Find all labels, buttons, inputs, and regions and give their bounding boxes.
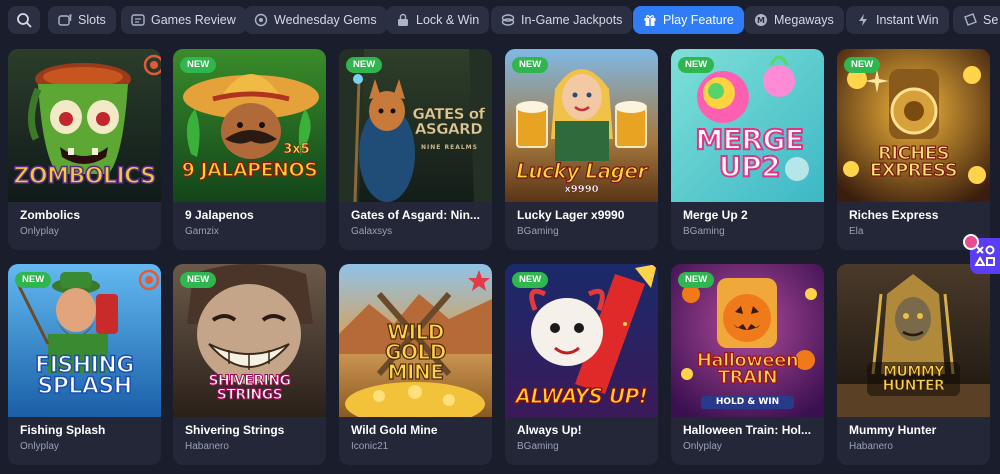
filter-chip-slots[interactable]: Slots bbox=[48, 6, 116, 34]
game-provider: BGaming bbox=[683, 226, 725, 237]
filter-chip-label: Wednesday Gems bbox=[274, 13, 377, 27]
game-art-title: GATES of ASGARD bbox=[412, 105, 485, 138]
game-art-title: WILD GOLD MINE bbox=[385, 320, 447, 384]
megaways-icon: M bbox=[754, 13, 768, 27]
game-art-subtitle: x9990 bbox=[564, 184, 599, 195]
new-badge: NEW bbox=[512, 272, 549, 288]
game-art-subtitle: NINE REALMS bbox=[421, 144, 478, 151]
game-card-gates-of-asgard[interactable]: GATES of ASGARD NINE REALMS NEW Gates of… bbox=[339, 49, 492, 250]
game-provider: BGaming bbox=[517, 441, 559, 452]
game-card-fishing-splash[interactable]: FISHING SPLASH NEW Fishing Splash Onlypl… bbox=[8, 264, 161, 465]
category-filter-bar: Slots Games Review Wednesday Gems Lock &… bbox=[0, 0, 1000, 40]
game-title: Zombolics bbox=[20, 208, 81, 222]
filter-chip-label: Megaways bbox=[774, 13, 834, 27]
game-card-lucky-lager[interactable]: Lucky Lager x9990 NEW Lucky Lager x9990 … bbox=[505, 49, 658, 250]
game-provider: Onlyplay bbox=[20, 226, 59, 237]
filter-chip-games-review[interactable]: Games Review bbox=[121, 6, 246, 34]
game-provider: Iconic21 bbox=[351, 441, 389, 452]
filter-chip-megaways[interactable]: M Megaways bbox=[744, 6, 844, 34]
game-card-shivering-strings[interactable]: SHIVERING STRINGS NEW Shivering Strings … bbox=[173, 264, 326, 465]
new-badge: NEW bbox=[844, 57, 881, 73]
game-provider: Galaxsys bbox=[351, 226, 393, 237]
slot-machine-icon bbox=[58, 13, 72, 27]
game-art-title: RICHES EXPRESS bbox=[869, 143, 958, 182]
game-title: Wild Gold Mine bbox=[351, 423, 438, 437]
game-art-subtitle: HOLD & WIN bbox=[701, 396, 794, 409]
new-badge: NEW bbox=[678, 57, 715, 73]
filter-chip-label: Play Feature bbox=[663, 13, 734, 27]
filter-chip-label: Se bbox=[983, 13, 999, 27]
game-card-halloween-train[interactable]: Halloween TRAIN HOLD & WIN NEW Halloween… bbox=[671, 264, 824, 465]
game-provider: Habanero bbox=[849, 441, 893, 452]
gem-icon bbox=[254, 13, 268, 27]
game-card-mummy-hunter[interactable]: MUMMY HUNTER Mummy Hunter Habanero bbox=[837, 264, 990, 465]
svg-text:M: M bbox=[757, 16, 765, 25]
lightning-icon bbox=[856, 13, 870, 27]
new-badge: NEW bbox=[180, 272, 217, 288]
game-title: 9 Jalapenos bbox=[185, 208, 254, 222]
game-card-always-up[interactable]: ALWAYS UP! NEW Always Up! BGaming bbox=[505, 264, 658, 465]
game-art-title: ZOMBOLICS bbox=[13, 164, 157, 189]
review-icon bbox=[131, 13, 145, 27]
ticket-icon bbox=[963, 13, 977, 27]
game-card-riches-express[interactable]: RICHES EXPRESS NEW Riches Express Ela bbox=[837, 49, 990, 250]
game-title: Gates of Asgard: Nin... bbox=[351, 208, 480, 222]
filter-chip-label: Games Review bbox=[151, 13, 236, 27]
game-provider: Onlyplay bbox=[683, 441, 722, 452]
new-badge: NEW bbox=[346, 57, 383, 73]
game-title: Riches Express bbox=[849, 208, 939, 222]
game-provider: BGaming bbox=[517, 226, 559, 237]
search-icon bbox=[17, 13, 32, 28]
filter-chip-lock-win[interactable]: Lock & Win bbox=[386, 6, 490, 34]
game-title: Fishing Splash bbox=[20, 423, 106, 437]
game-provider: Habanero bbox=[185, 441, 229, 452]
game-title: Always Up! bbox=[517, 423, 582, 437]
filter-chip-wednesday-gems[interactable]: Wednesday Gems bbox=[244, 6, 387, 34]
game-provider: Ela bbox=[849, 226, 864, 237]
game-provider: Gamzix bbox=[185, 226, 219, 237]
filter-chip-label: Lock & Win bbox=[416, 13, 480, 27]
filter-chip-instant-win[interactable]: Instant Win bbox=[846, 6, 949, 34]
game-provider: Onlyplay bbox=[20, 441, 59, 452]
game-thumbnail[interactable]: WILD GOLD MINE bbox=[339, 264, 492, 417]
game-title: Merge Up 2 bbox=[683, 208, 748, 222]
game-art-title: 9 JALAPENOS bbox=[181, 159, 318, 181]
game-card-zombolics[interactable]: ZOMBOLICS Zombolics Onlyplay bbox=[8, 49, 161, 250]
game-art-title: FISHING SPLASH bbox=[34, 353, 135, 399]
game-art-title: SHIVERING STRINGS bbox=[208, 373, 292, 403]
gift-icon bbox=[643, 13, 657, 27]
filter-chip-label: Instant Win bbox=[876, 13, 939, 27]
game-card-merge-up-2[interactable]: MERGE UP2 NEW Merge Up 2 BGaming bbox=[671, 49, 824, 250]
game-art-title: MERGE UP2 bbox=[694, 123, 805, 183]
game-card-9-jalapenos[interactable]: 3x5 9 JALAPENOS NEW 9 Jalapenos Gamzix bbox=[173, 49, 326, 250]
game-art-title: Lucky Lager bbox=[516, 159, 648, 183]
new-badge: NEW bbox=[15, 272, 52, 288]
notification-dot bbox=[963, 234, 979, 250]
game-art-title: ALWAYS UP! bbox=[515, 384, 649, 408]
game-thumbnail[interactable]: ZOMBOLICS bbox=[8, 49, 161, 202]
new-badge: NEW bbox=[180, 57, 217, 73]
game-thumbnail[interactable]: MUMMY HUNTER bbox=[837, 264, 990, 417]
game-card-wild-gold-mine[interactable]: WILD GOLD MINE Wild Gold Mine Iconic21 bbox=[339, 264, 492, 465]
search-button[interactable] bbox=[8, 6, 40, 34]
game-art-title: MUMMY HUNTER bbox=[867, 362, 960, 396]
game-art-title: Halloween TRAIN bbox=[696, 350, 799, 389]
lock-icon bbox=[396, 13, 410, 27]
game-title: Lucky Lager x9990 bbox=[517, 208, 625, 222]
filter-chip-in-game-jackpots[interactable]: In-Game Jackpots bbox=[491, 6, 633, 34]
game-title: Shivering Strings bbox=[185, 423, 285, 437]
jackpot-icon bbox=[501, 13, 515, 27]
game-art-subtitle: 3x5 bbox=[283, 142, 310, 157]
filter-chip-partial[interactable]: Se bbox=[953, 6, 1000, 34]
game-title: Mummy Hunter bbox=[849, 423, 937, 437]
filter-chip-label: In-Game Jackpots bbox=[521, 13, 623, 27]
game-title: Halloween Train: Hol... bbox=[683, 423, 812, 437]
filter-chip-label: Slots bbox=[78, 13, 106, 27]
new-badge: NEW bbox=[512, 57, 549, 73]
shapes-icon bbox=[974, 245, 995, 266]
new-badge: NEW bbox=[678, 272, 715, 288]
filter-chip-play-feature[interactable]: Play Feature bbox=[633, 6, 744, 34]
